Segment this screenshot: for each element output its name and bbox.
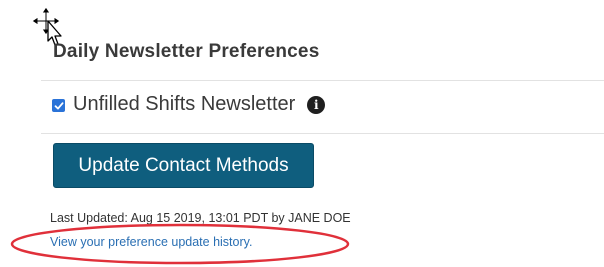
divider <box>41 80 604 81</box>
newsletter-checkbox[interactable] <box>52 99 65 112</box>
newsletter-checkbox-label[interactable]: Unfilled Shifts Newsletter <box>73 93 295 116</box>
divider <box>41 133 604 134</box>
newsletter-option-row: Unfilled Shifts Newsletter i <box>52 93 326 116</box>
last-updated-text: Last Updated: Aug 15 2019, 13:01 PDT by … <box>50 211 351 225</box>
info-circle-icon[interactable]: i <box>307 95 326 114</box>
update-contact-methods-button[interactable]: Update Contact Methods <box>53 143 314 188</box>
preference-history-link[interactable]: View your preference update history. <box>50 235 252 249</box>
checkmark-icon <box>54 101 64 109</box>
section-title: Daily Newsletter Preferences <box>53 41 320 62</box>
